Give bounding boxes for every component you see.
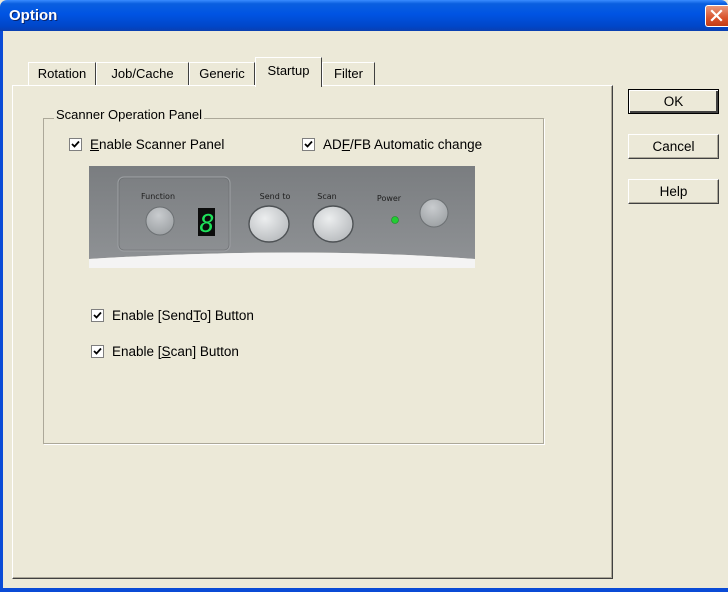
close-icon [710, 9, 723, 22]
help-button[interactable]: Help [628, 179, 719, 204]
tab-rotation[interactable]: Rotation [28, 62, 96, 86]
ok-button[interactable]: OK [628, 89, 719, 114]
tab-generic[interactable]: Generic [189, 62, 255, 86]
tab-label: Rotation [37, 66, 87, 81]
tab-panel-startup [12, 85, 613, 579]
title-bar: Option [0, 0, 728, 31]
close-button[interactable] [705, 5, 728, 27]
tab-startup[interactable]: Startup [255, 57, 322, 87]
window-frame-left [0, 31, 3, 592]
tab-label: Generic [199, 66, 245, 81]
tab-label: Job/Cache [111, 66, 174, 81]
window-frame-bottom [0, 588, 728, 592]
cancel-button[interactable]: Cancel [628, 134, 719, 159]
tab-job-cache[interactable]: Job/Cache [96, 62, 189, 86]
tab-filter[interactable]: Filter [322, 62, 375, 86]
tab-label: Filter [334, 66, 363, 81]
window-title: Option [9, 7, 58, 24]
tab-label: Startup [267, 63, 310, 78]
